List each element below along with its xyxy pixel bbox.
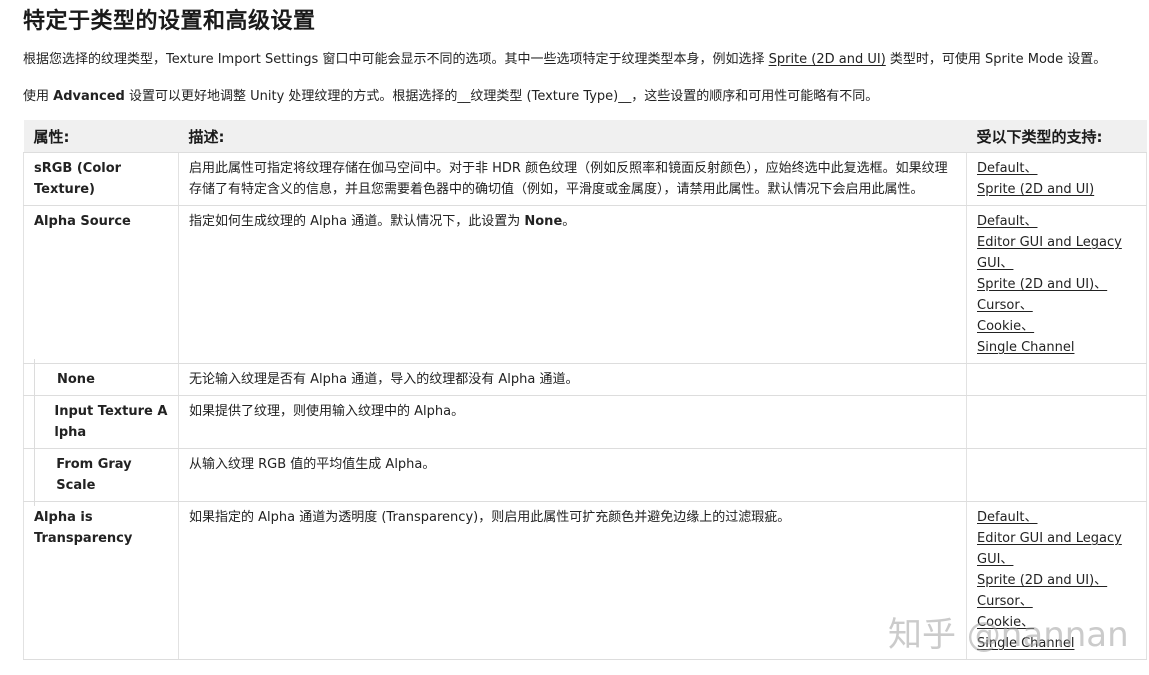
support-link[interactable]: Editor GUI and Legacy GUI、 [977, 232, 1136, 274]
support-link[interactable]: Single Channel [977, 337, 1136, 358]
description-cell: 启用此属性可指定将纹理存储在伽马空间中。对于非 HDR 颜色纹理（例如反照率和镜… [178, 152, 967, 206]
page: 特定于类型的设置和高级设置 根据您选择的纹理类型，Texture Import … [0, 0, 1149, 675]
support-link[interactable]: Default、 [977, 158, 1136, 179]
page-title: 特定于类型的设置和高级设置 [23, 9, 316, 34]
support-cell: Default、 Editor GUI and Legacy GUI、 Spri… [966, 501, 1147, 660]
indent-bar [34, 444, 46, 506]
header-property: 属性: [23, 120, 179, 153]
intro-paragraph: 根据您选择的纹理类型，Texture Import Settings 窗口中可能… [23, 48, 1106, 67]
table-row: None 无论输入纹理是否有 Alpha 通道，导入的纹理都没有 Alpha 通… [23, 359, 1147, 400]
intro-text-after: 类型时，可使用 Sprite Mode 设置。 [885, 52, 1107, 67]
table-row: Input Texture Alpha 如果提供了纹理，则使用输入纹理中的 Al… [23, 391, 1147, 453]
table-header-row: 属性: 描述: 受以下类型的支持: [23, 120, 1147, 153]
support-cell: Default、 Sprite (2D and UI) [966, 152, 1147, 206]
sub-property-label: None [57, 372, 95, 387]
support-cell [966, 448, 1147, 502]
description-cell: 如果指定的 Alpha 通道为透明度 (Transparency)，则启用此属性… [178, 501, 967, 660]
description-text: 指定如何生成纹理的 Alpha 通道。默认情况下，此设置为 [189, 214, 525, 229]
support-link[interactable]: Editor GUI and Legacy GUI、 [977, 528, 1136, 570]
advanced-text-after: 设置可以更好地调整 Unity 处理纹理的方式。根据选择的__纹理类型 (Tex… [124, 89, 879, 104]
support-link[interactable]: Cursor、 [977, 295, 1136, 316]
header-support: 受以下类型的支持: [966, 120, 1147, 153]
property-cell: Alpha Source [23, 205, 179, 364]
support-link[interactable]: Cookie、 [977, 316, 1136, 337]
table-row: From Gray Scale 从输入纹理 RGB 值的平均值生成 Alpha。 [23, 444, 1147, 506]
property-cell: sRGB (Color Texture) [23, 152, 179, 206]
table-row: sRGB (Color Texture) 启用此属性可指定将纹理存储在伽马空间中… [23, 152, 1147, 206]
sub-property-label: From Gray Scale [56, 457, 132, 493]
advanced-text-before: 使用 [23, 89, 54, 104]
property-cell: From Gray Scale [23, 444, 179, 506]
property-cell: Input Texture Alpha [23, 391, 179, 453]
intro-text-before: 根据您选择的纹理类型，Texture Import Settings 窗口中可能… [23, 52, 769, 67]
description-cell: 从输入纹理 RGB 值的平均值生成 Alpha。 [178, 448, 967, 502]
table-row: Alpha Source 指定如何生成纹理的 Alpha 通道。默认情况下，此设… [23, 205, 1147, 364]
advanced-paragraph: 使用 Advanced 设置可以更好地调整 Unity 处理纹理的方式。根据选择… [23, 85, 878, 104]
description-cell: 指定如何生成纹理的 Alpha 通道。默认情况下，此设置为 None。 [178, 205, 967, 364]
description-cell: 如果提供了纹理，则使用输入纹理中的 Alpha。 [178, 395, 967, 449]
description-cell: 无论输入纹理是否有 Alpha 通道，导入的纹理都没有 Alpha 通道。 [178, 363, 967, 396]
support-link[interactable]: Sprite (2D and UI)、 [977, 274, 1136, 295]
advanced-bold: Advanced [53, 89, 125, 104]
support-link[interactable]: Cookie、 [977, 612, 1136, 633]
support-link[interactable]: Default、 [977, 507, 1136, 528]
table-row: Alpha is Transparency 如果指定的 Alpha 通道为透明度… [23, 501, 1147, 660]
description-bold: None [524, 214, 563, 229]
support-link[interactable]: Sprite (2D and UI) [977, 179, 1136, 200]
support-cell: Default、 Editor GUI and Legacy GUI、 Spri… [966, 205, 1147, 364]
property-cell: None [23, 359, 179, 400]
support-cell [966, 395, 1147, 449]
property-cell: Alpha is Transparency [23, 501, 179, 660]
properties-table: 属性: 描述: 受以下类型的支持: sRGB (Color Texture) 启… [23, 120, 1147, 660]
description-text-end: 。 [562, 214, 576, 229]
support-link[interactable]: Single Channel [977, 633, 1136, 654]
support-link[interactable]: Sprite (2D and UI)、 [977, 570, 1136, 591]
sub-property-label: Input Texture Alpha [54, 404, 168, 440]
support-link[interactable]: Default、 [977, 211, 1136, 232]
support-link[interactable]: Cursor、 [977, 591, 1136, 612]
sprite-link[interactable]: Sprite (2D and UI) [769, 52, 886, 67]
header-description: 描述: [178, 120, 967, 153]
support-cell [966, 363, 1147, 396]
